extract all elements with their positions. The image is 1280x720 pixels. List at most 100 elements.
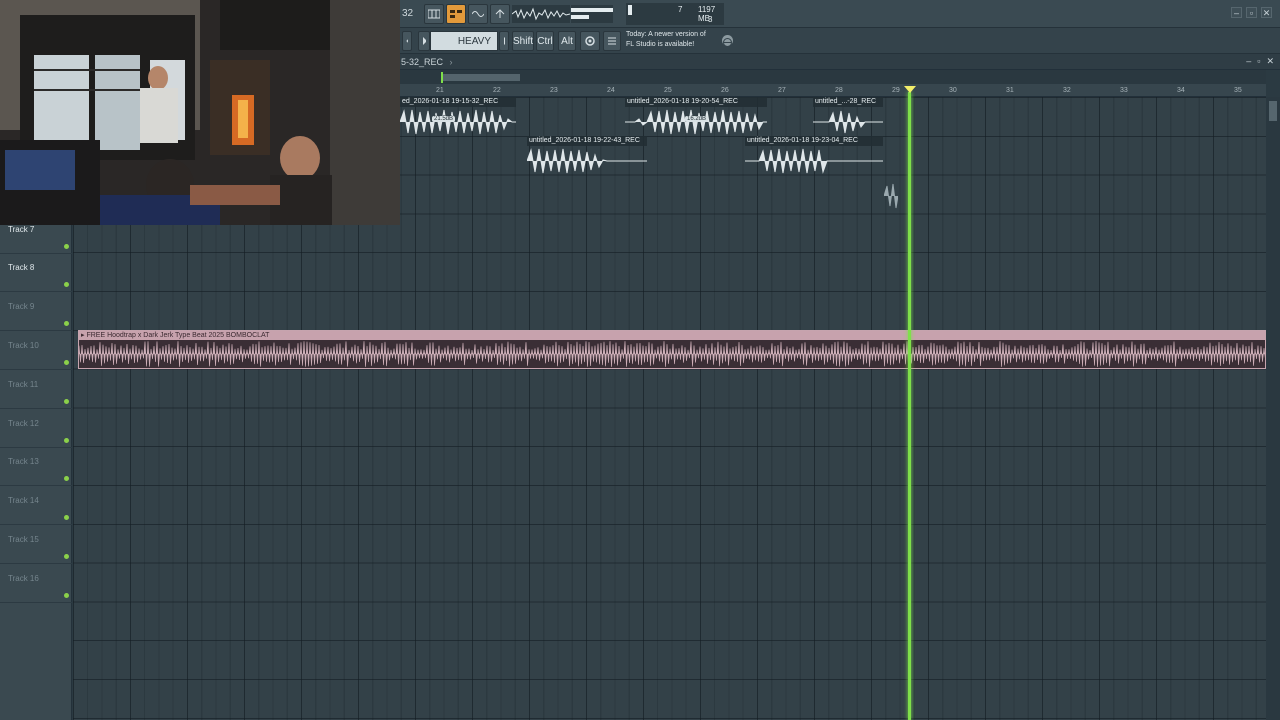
mixer-button[interactable] bbox=[490, 4, 510, 24]
track-header[interactable]: Track 11 bbox=[0, 370, 72, 409]
ruler-tick: 34 bbox=[1177, 87, 1185, 94]
cpu-monitor: 7 1197 MB 3 bbox=[626, 3, 724, 25]
clip-title: untitled_...-28_REC bbox=[813, 97, 883, 107]
webcam-image bbox=[0, 0, 400, 225]
arrow-up-icon bbox=[495, 9, 505, 18]
playhead-line[interactable] bbox=[908, 92, 911, 720]
track-header[interactable]: Track 12 bbox=[0, 409, 72, 448]
webcam-overlay bbox=[0, 0, 400, 225]
playhead-marker-icon[interactable] bbox=[904, 86, 916, 93]
track-name: Track 16 bbox=[8, 573, 39, 583]
ruler-tick: 29 bbox=[892, 87, 900, 94]
window-controls: – ▫ ✕ bbox=[1231, 7, 1272, 18]
scroll-thumb[interactable] bbox=[1269, 101, 1277, 121]
track-enable-led[interactable] bbox=[64, 282, 69, 288]
track-header[interactable]: Track 14 bbox=[0, 486, 72, 526]
beat-audio-clip[interactable]: ▸ FREE Hoodtrap x Dark Jerk Type Beat 20… bbox=[78, 330, 1266, 369]
playlist-view-button[interactable] bbox=[424, 4, 444, 24]
restore-icon[interactable]: ▫ bbox=[1246, 7, 1257, 18]
horizontal-scrollbar[interactable] bbox=[400, 70, 1266, 84]
track-name: Track 7 bbox=[8, 224, 35, 234]
audio-clip[interactable]: ed_2026-01-18 19-15-32_REC 21.5dB bbox=[400, 97, 516, 137]
ruler-tick: 35 bbox=[1234, 87, 1242, 94]
ruler-tick: 33 bbox=[1120, 87, 1128, 94]
nav-left-button[interactable] bbox=[402, 31, 412, 51]
track-header[interactable]: Track 16 bbox=[0, 564, 72, 603]
beat-clip-name: FREE Hoodtrap x Dark Jerk Type Beat 2025… bbox=[86, 332, 270, 339]
online-news-button[interactable] bbox=[722, 35, 733, 47]
ruler-tick: 31 bbox=[1006, 87, 1014, 94]
ruler-tick: 21 bbox=[436, 87, 444, 94]
step-sequencer-button[interactable] bbox=[446, 4, 466, 24]
pattern-label: HEAVY bbox=[457, 36, 491, 47]
toolbar-left-stub: 32 bbox=[402, 8, 414, 19]
clip-waveform bbox=[813, 110, 883, 134]
playlist-title-arrow: › bbox=[449, 57, 453, 67]
triangle-right-icon bbox=[423, 37, 426, 45]
oscilloscope-display bbox=[512, 5, 570, 23]
playlist-title: 5-32_REC bbox=[401, 57, 444, 67]
clip-waveform bbox=[625, 109, 767, 135]
track-name: Track 8 bbox=[8, 263, 35, 273]
track-header[interactable]: Track 13 bbox=[0, 447, 72, 487]
track-header[interactable]: Track 9 bbox=[0, 292, 72, 332]
settings-wheel-button[interactable] bbox=[580, 31, 600, 51]
play-arrow-button[interactable] bbox=[418, 31, 430, 51]
clip-title: untitled_2026-01-18 19-22-43_REC bbox=[527, 136, 647, 146]
scroll-thumb[interactable] bbox=[442, 74, 520, 81]
ruler-tick: 26 bbox=[721, 87, 729, 94]
beat-clip-title: ▸ FREE Hoodtrap x Dark Jerk Type Beat 20… bbox=[79, 331, 1265, 340]
clip-waveform bbox=[400, 109, 516, 135]
position-marker bbox=[441, 72, 443, 83]
minimize-icon[interactable]: – bbox=[1231, 7, 1242, 18]
track-enable-led[interactable] bbox=[64, 437, 69, 443]
audio-clip[interactable]: untitled_2026-01-18 19-20-54_REC 16.2dB bbox=[625, 97, 767, 137]
audio-clip[interactable]: untitled_...-28_REC bbox=[813, 97, 883, 137]
track-header[interactable]: Track 8 bbox=[0, 253, 72, 293]
audio-clip[interactable]: untitled_2026-01-18 19-22-43_REC bbox=[527, 136, 647, 176]
grid-icon bbox=[428, 9, 440, 19]
audio-clip[interactable]: untitled_2026-01-18 19-23-04_REC bbox=[745, 136, 883, 176]
timeline-ruler[interactable]: 21 22 23 24 25 26 27 28 29 30 31 32 33 34 35 bbox=[400, 84, 1266, 97]
close-icon[interactable]: ✕ bbox=[1266, 57, 1274, 66]
close-icon[interactable]: ✕ bbox=[1261, 7, 1272, 18]
stray-audio-fragment bbox=[884, 183, 898, 209]
track-enable-led[interactable] bbox=[64, 554, 69, 559]
pattern-next-button[interactable] bbox=[499, 31, 509, 51]
vertical-scrollbar[interactable] bbox=[1266, 97, 1280, 720]
minimize-icon[interactable]: – bbox=[1246, 57, 1251, 66]
track-header[interactable]: Track 15 bbox=[0, 525, 72, 564]
secondary-toolbar: HEAVY Shift Ctrl Alt Today: A newer vers… bbox=[400, 28, 1280, 54]
track-enable-led[interactable] bbox=[64, 243, 69, 249]
alt-key-button[interactable]: Alt bbox=[558, 31, 576, 51]
cpu-value: 7 bbox=[678, 5, 683, 14]
track-enable-led[interactable] bbox=[64, 398, 69, 404]
clip-title: untitled_2026-01-18 19-20-54_REC bbox=[625, 97, 767, 107]
playlist-title-bar: 5-32_REC › – ▫ ✕ bbox=[400, 54, 1280, 70]
pattern-selector[interactable]: HEAVY bbox=[430, 31, 498, 51]
track-enable-led[interactable] bbox=[64, 321, 69, 327]
ruler-tick: 27 bbox=[778, 87, 786, 94]
track-enable-led[interactable] bbox=[64, 592, 69, 598]
sequencer-icon bbox=[450, 10, 462, 18]
track-name: Track 13 bbox=[8, 457, 39, 467]
ctrl-key-button[interactable]: Ctrl bbox=[536, 31, 554, 51]
ruler-tick: 32 bbox=[1063, 87, 1071, 94]
clip-title: untitled_2026-01-18 19-23-04_REC bbox=[745, 136, 883, 146]
track-name: Track 15 bbox=[8, 535, 39, 544]
channel-rack-button[interactable] bbox=[468, 4, 488, 24]
track-name: Track 9 bbox=[8, 302, 35, 312]
shift-key-button[interactable]: Shift bbox=[512, 31, 534, 51]
track-enable-led[interactable] bbox=[64, 476, 69, 482]
restore-icon[interactable]: ▫ bbox=[1257, 57, 1260, 66]
track-enable-led[interactable] bbox=[64, 360, 69, 365]
master-volume-meter[interactable] bbox=[571, 5, 613, 23]
hint-toggle-button[interactable] bbox=[603, 31, 621, 51]
wave-icon bbox=[472, 11, 484, 17]
ruler-tick: 24 bbox=[607, 87, 615, 94]
beat-waveform bbox=[79, 340, 1265, 368]
menu-icon bbox=[608, 37, 616, 45]
track-header[interactable]: Track 10 bbox=[0, 331, 72, 370]
track-enable-led[interactable] bbox=[64, 515, 69, 521]
track-name: Track 12 bbox=[8, 418, 39, 428]
